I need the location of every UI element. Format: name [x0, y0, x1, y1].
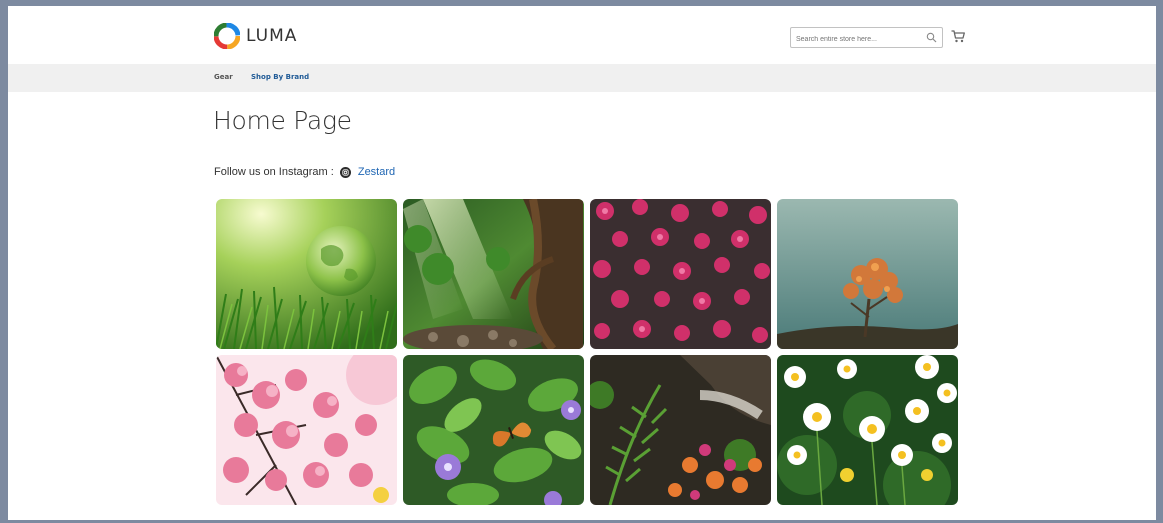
- follow-label: Follow us on Instagram :: [214, 166, 334, 178]
- gallery-photo-orange-tree[interactable]: [777, 199, 958, 349]
- luma-logo-link[interactable]: LUMA: [214, 23, 297, 49]
- main-navigation: Gear Shop By Brand: [8, 64, 1156, 92]
- nav-item-gear[interactable]: Gear: [214, 73, 233, 81]
- browser-window: LUMA Gear Shop By Brand Home Page Follow…: [8, 6, 1156, 520]
- site-header: LUMA: [8, 6, 1156, 64]
- page-title: Home Page: [213, 106, 352, 135]
- gallery-photo-daisies[interactable]: [777, 355, 958, 505]
- instagram-follow: Follow us on Instagram : Zestard: [214, 166, 395, 178]
- gallery-photo-globe-grass[interactable]: [216, 199, 397, 349]
- instagram-account-link[interactable]: Zestard: [358, 166, 395, 178]
- search-input[interactable]: [791, 30, 919, 49]
- gallery-photo-fern-flowers[interactable]: [590, 355, 771, 505]
- search-box: [790, 27, 943, 49]
- search-icon[interactable]: [926, 32, 937, 43]
- instagram-icon: [339, 166, 351, 178]
- gallery-photo-forest-sunbeams[interactable]: [403, 199, 584, 349]
- logo-text: LUMA: [246, 26, 298, 46]
- luma-logo-icon: [214, 23, 240, 49]
- gallery-photo-butterfly[interactable]: [403, 355, 584, 505]
- instagram-gallery: [216, 199, 958, 505]
- nav-item-shop-by-brand[interactable]: Shop By Brand: [251, 73, 309, 81]
- cart-icon[interactable]: [951, 30, 965, 43]
- gallery-photo-cherry-blossoms[interactable]: [216, 355, 397, 505]
- gallery-photo-pink-blossoms[interactable]: [590, 199, 771, 349]
